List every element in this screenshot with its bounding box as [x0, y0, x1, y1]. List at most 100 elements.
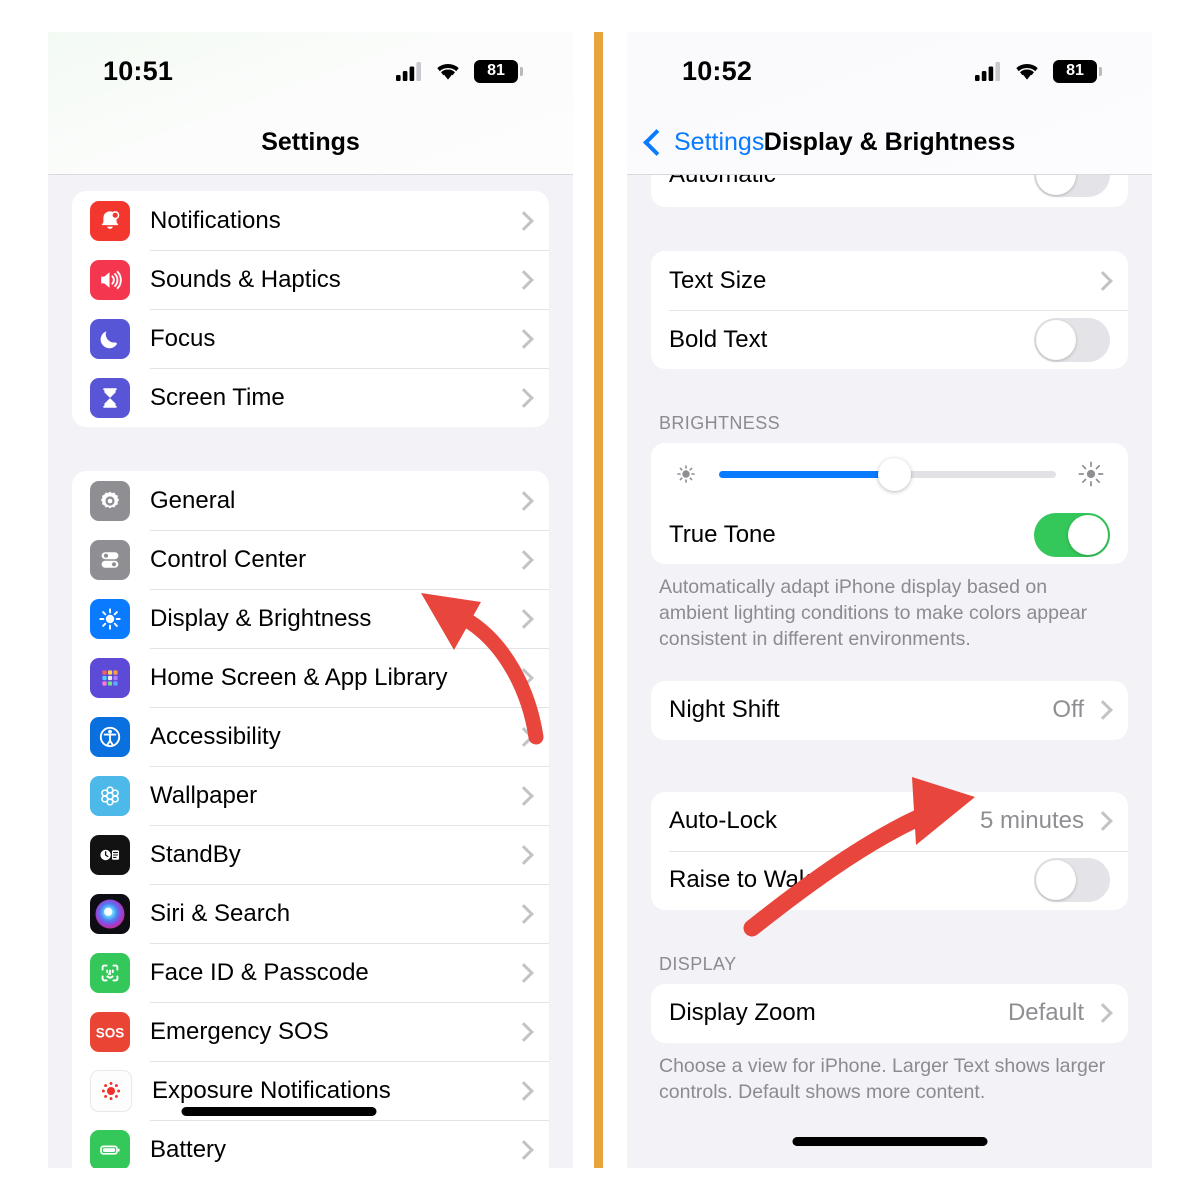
chevron-right-icon [514, 903, 534, 924]
battery-percent: 81 [1066, 62, 1084, 79]
wifi-icon [437, 63, 459, 80]
chevron-left-icon [643, 128, 670, 156]
sidebar-item-label: General [150, 486, 236, 514]
row-value: 5 minutes [979, 807, 1084, 835]
toggle-knob [1036, 860, 1076, 901]
appearance-group-partial: Automatic [651, 175, 1128, 207]
display-group: Display Zoom Default [651, 983, 1128, 1043]
sidebar-item-sounds-haptics[interactable]: Sounds & Haptics [72, 250, 549, 309]
home-indicator [792, 1137, 987, 1146]
row-bold-text[interactable]: Bold Text [651, 310, 1128, 369]
chevron-right-icon [514, 844, 534, 865]
back-button[interactable]: Settings [643, 110, 764, 174]
sidebar-item-focus[interactable]: Focus [72, 309, 549, 368]
cellular-bars-icon [975, 61, 1000, 81]
sidebar-item-home-screen[interactable]: Home Screen & App Library [72, 648, 549, 707]
row-text-size[interactable]: Text Size [651, 251, 1128, 310]
chevron-right-icon [514, 1139, 534, 1160]
automatic-toggle[interactable] [1034, 175, 1110, 197]
bold-text-toggle[interactable] [1034, 317, 1110, 362]
raise-to-wake-toggle[interactable] [1034, 858, 1110, 903]
brightness-slider-row[interactable] [651, 443, 1128, 505]
sidebar-item-control-center[interactable]: Control Center [72, 530, 549, 589]
sidebar-item-siri-search[interactable]: Siri & Search [72, 884, 549, 943]
sidebar-item-display-brightness[interactable]: Display & Brightness [72, 589, 549, 648]
section-header-display: DISPLAY [659, 953, 737, 974]
chevron-right-icon [514, 549, 534, 570]
wifi-icon [1016, 63, 1038, 80]
sidebar-item-label: Wallpaper [150, 781, 258, 809]
sidebar-item-battery[interactable]: Battery [72, 1120, 549, 1168]
sidebar-item-label: Home Screen & App Library [150, 663, 448, 691]
section-header-brightness: BRIGHTNESS [659, 413, 781, 433]
sounds-haptics-icon [90, 259, 130, 300]
row-label: Raise to Wake [669, 866, 825, 894]
true-tone-note: Automatically adapt iPhone display based… [659, 576, 1088, 650]
sidebar-item-general[interactable]: General [72, 471, 549, 530]
status-indicators: 81 [975, 59, 1102, 83]
toggle-knob [1036, 319, 1076, 360]
row-auto-lock[interactable]: Auto-Lock 5 minutes [651, 792, 1128, 851]
settings-group-2: General Control Center Display & Brightn… [72, 471, 549, 1168]
chevron-right-icon [514, 269, 534, 290]
chevron-right-icon [514, 667, 534, 688]
chevron-right-icon [1093, 1003, 1113, 1024]
sidebar-item-screen-time[interactable]: Screen Time [72, 368, 549, 427]
chevron-right-icon [1093, 270, 1113, 291]
row-label: Night Shift [669, 696, 780, 724]
display-brightness-icon [90, 598, 130, 639]
status-bar-right: 10:52 81 [627, 32, 1152, 110]
row-raise-to-wake[interactable]: Raise to Wake [651, 850, 1128, 910]
sidebar-item-label: Focus [150, 324, 216, 352]
status-time: 10:51 [103, 55, 174, 86]
focus-icon [90, 318, 130, 359]
sidebar-item-emergency-sos[interactable]: SOS Emergency SOS [72, 1002, 549, 1061]
sidebar-item-accessibility[interactable]: Accessibility [72, 707, 549, 766]
brightness-slider-thumb[interactable] [878, 457, 912, 491]
chevron-right-icon [514, 328, 534, 349]
row-label: Auto-Lock [669, 807, 778, 835]
row-label: Display Zoom [669, 999, 816, 1027]
row-label: Bold Text [669, 325, 768, 353]
chevron-right-icon [514, 1080, 534, 1101]
chevron-right-icon [514, 1021, 534, 1042]
chevron-right-icon [1093, 811, 1113, 832]
sidebar-item-standby[interactable]: StandBy [72, 825, 549, 884]
screenshot-canvas: 10:51 81 Settings Notifications Sounds &… [0, 0, 1200, 1200]
row-value: Off [1052, 696, 1084, 724]
display-brightness-list[interactable]: Automatic Text Size Bold Text [627, 175, 1152, 1168]
sidebar-item-label: Emergency SOS [150, 1017, 329, 1045]
notifications-icon [90, 200, 130, 241]
display-zoom-note: Choose a view for iPhone. Larger Text sh… [659, 1054, 1106, 1103]
sidebar-item-label: Sounds & Haptics [150, 265, 341, 293]
general-icon [90, 480, 130, 521]
brightness-slider-track[interactable] [719, 457, 1056, 491]
sidebar-item-label: Face ID & Passcode [150, 958, 369, 986]
row-true-tone[interactable]: True Tone [651, 505, 1128, 564]
brightness-slider-fill [719, 470, 895, 478]
sidebar-item-wallpaper[interactable]: Wallpaper [72, 766, 549, 825]
chevron-right-icon [514, 962, 534, 983]
sidebar-item-face-id[interactable]: Face ID & Passcode [72, 943, 549, 1002]
toggle-knob [1068, 514, 1108, 555]
chevron-right-icon [514, 387, 534, 408]
row-night-shift[interactable]: Night Shift Off [651, 681, 1128, 740]
svg-text:SOS: SOS [96, 1025, 125, 1040]
row-automatic[interactable]: Automatic [651, 175, 1128, 207]
settings-list-left[interactable]: Notifications Sounds & Haptics Focus Scr… [48, 175, 573, 1168]
text-group: Text Size Bold Text [651, 251, 1128, 369]
status-bar-left: 10:51 81 [48, 32, 573, 110]
sidebar-item-notifications[interactable]: Notifications [72, 191, 549, 250]
emergency-sos-icon: SOS [90, 1011, 130, 1052]
brightness-group: True Tone [651, 443, 1128, 564]
toggle-knob [1036, 175, 1076, 195]
page-title: Settings [261, 127, 360, 156]
sidebar-item-label: Display & Brightness [150, 604, 372, 632]
row-display-zoom[interactable]: Display Zoom Default [651, 984, 1128, 1043]
nav-bar-left: Settings [48, 110, 573, 175]
chevron-right-icon [514, 785, 534, 806]
lock-group: Auto-Lock 5 minutes Raise to Wake [651, 791, 1128, 910]
home-indicator [181, 1107, 377, 1116]
chevron-right-icon [514, 490, 534, 511]
true-tone-toggle[interactable] [1034, 512, 1110, 557]
